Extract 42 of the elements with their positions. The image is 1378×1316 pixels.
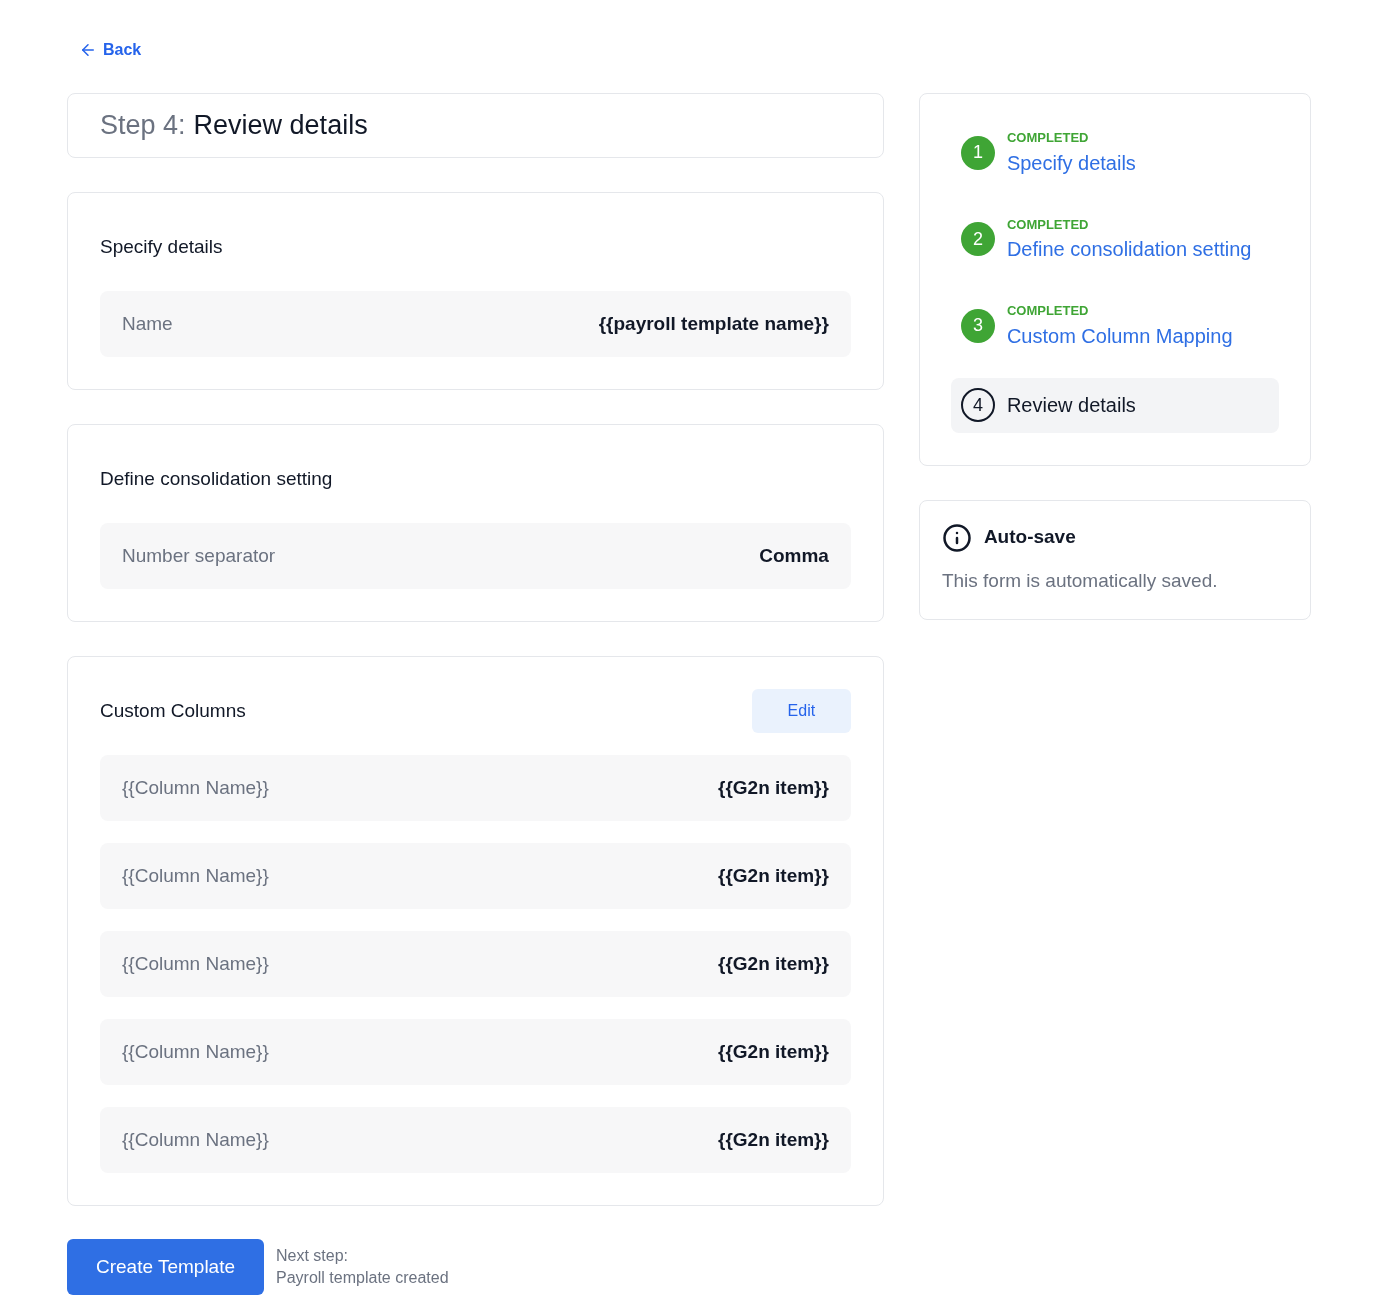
detail-label: {{Column Name}} (122, 863, 269, 888)
create-template-button[interactable]: Create Template (67, 1239, 264, 1295)
detail-label: Number separator (122, 543, 276, 568)
step-item[interactable]: 1 COMPLETED Specify details (950, 128, 1279, 178)
section-title: Custom Columns (100, 698, 246, 723)
info-icon (941, 522, 972, 553)
next-step-value: Payroll template created (276, 1268, 449, 1288)
detail-label: {{Column Name}} (122, 1127, 269, 1152)
detail-value: {{G2n item}} (718, 951, 829, 976)
step-item[interactable]: 2 COMPLETED Define consolidation setting (950, 214, 1279, 264)
step-title: Define consolidation setting (1006, 237, 1252, 262)
section-title: Define consolidation setting (100, 466, 333, 491)
step-status: COMPLETED (1006, 129, 1090, 147)
step-title: Review details (1006, 393, 1136, 418)
step-status: COMPLETED (1006, 302, 1090, 320)
detail-value: {{G2n item}} (718, 775, 829, 800)
next-step-label: Next step: (276, 1246, 350, 1266)
detail-value: {{G2n item}} (718, 1127, 829, 1152)
autosave-title: Auto-save (983, 525, 1076, 550)
back-link[interactable]: Back (79, 38, 142, 62)
step-number-badge: 2 (960, 222, 995, 257)
edit-button[interactable]: Edit (751, 689, 851, 733)
autosave-text: This form is automatically saved. (941, 568, 1219, 593)
step-status: COMPLETED (1006, 215, 1090, 234)
step-title: Custom Column Mapping (1006, 323, 1233, 349)
step-item[interactable]: 3 COMPLETED Custom Column Mapping (950, 301, 1279, 351)
step-title: Review details (193, 109, 368, 143)
step-number-badge: 3 (960, 308, 995, 343)
step-title: Specify details (1006, 150, 1136, 176)
detail-label: {{Column Name}} (122, 775, 269, 800)
detail-label: {{Column Name}} (122, 1039, 269, 1064)
detail-value: {{G2n item}} (718, 863, 829, 888)
step-item[interactable]: 4 Review details (950, 377, 1279, 433)
detail-value: Comma (759, 543, 829, 568)
detail-value: {{G2n item}} (718, 1039, 829, 1064)
detail-label: Name (122, 311, 173, 336)
detail-value: {{payroll template name}} (598, 311, 829, 336)
section-title: Specify details (100, 234, 223, 259)
detail-label: {{Column Name}} (122, 951, 269, 976)
step-number: Step 4: (100, 109, 186, 143)
step-number-badge: 1 (960, 135, 995, 170)
step-number-badge: 4 (960, 388, 995, 422)
